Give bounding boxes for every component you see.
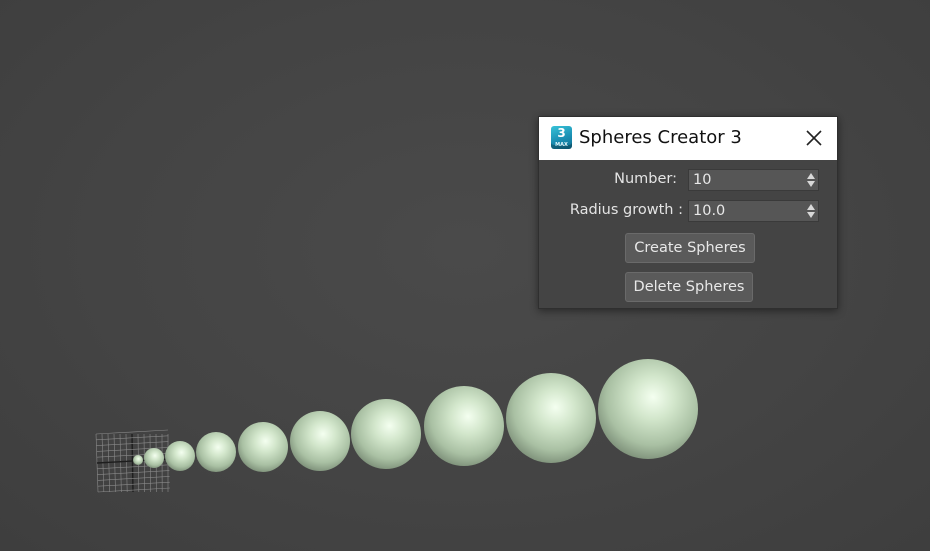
sphere-9[interactable] bbox=[506, 373, 596, 463]
sphere-4[interactable] bbox=[196, 432, 236, 472]
grid-line bbox=[95, 429, 169, 435]
grid-line bbox=[125, 433, 128, 493]
grid-line bbox=[113, 433, 116, 493]
spheres-group bbox=[133, 359, 698, 472]
sphere-6[interactable] bbox=[290, 411, 350, 471]
grid-line bbox=[97, 487, 171, 493]
create-spheres-button[interactable]: Create Spheres bbox=[625, 233, 755, 263]
close-button[interactable] bbox=[803, 127, 825, 149]
sphere-1[interactable] bbox=[133, 455, 143, 465]
sphere-8[interactable] bbox=[424, 386, 504, 466]
3ds-max-icon: 3 MAX bbox=[551, 126, 572, 149]
spinner-down-icon[interactable] bbox=[807, 212, 815, 218]
spinner-arrows[interactable] bbox=[807, 204, 815, 218]
grid-line bbox=[131, 433, 134, 493]
spinner-up-icon[interactable] bbox=[807, 173, 815, 179]
grid-line bbox=[97, 470, 170, 475]
number-label: Number: bbox=[614, 171, 677, 187]
sphere-3[interactable] bbox=[165, 441, 195, 471]
sphere-7[interactable] bbox=[351, 399, 421, 469]
radius-growth-label: Radius growth : bbox=[569, 202, 683, 218]
grid-line bbox=[97, 481, 170, 487]
sphere-10[interactable] bbox=[598, 359, 698, 459]
number-spinner[interactable]: 10 bbox=[688, 169, 819, 191]
number-value[interactable]: 10 bbox=[693, 170, 711, 190]
spheres-creator-dialog[interactable]: 3 MAX Spheres Creator 3 Number: 10 Radiu… bbox=[538, 116, 838, 309]
app-icon-sub: MAX bbox=[555, 142, 568, 148]
spinner-up-icon[interactable] bbox=[807, 204, 815, 210]
spinner-down-icon[interactable] bbox=[807, 181, 815, 187]
sphere-5[interactable] bbox=[238, 422, 288, 472]
app-icon-number: 3 bbox=[557, 126, 566, 140]
dialog-titlebar[interactable]: 3 MAX Spheres Creator 3 bbox=[539, 117, 837, 160]
sphere-2[interactable] bbox=[144, 448, 164, 468]
3d-viewport[interactable]: 3 MAX Spheres Creator 3 Number: 10 Radiu… bbox=[0, 0, 930, 551]
dialog-title: Spheres Creator 3 bbox=[579, 127, 742, 148]
spinner-arrows[interactable] bbox=[807, 173, 815, 187]
close-icon bbox=[806, 130, 822, 146]
grid-line bbox=[119, 433, 122, 493]
radius-growth-spinner[interactable]: 10.0 bbox=[688, 200, 819, 222]
delete-spheres-button[interactable]: Delete Spheres bbox=[625, 272, 753, 302]
grid-line bbox=[97, 476, 170, 481]
radius-growth-value[interactable]: 10.0 bbox=[693, 201, 725, 221]
